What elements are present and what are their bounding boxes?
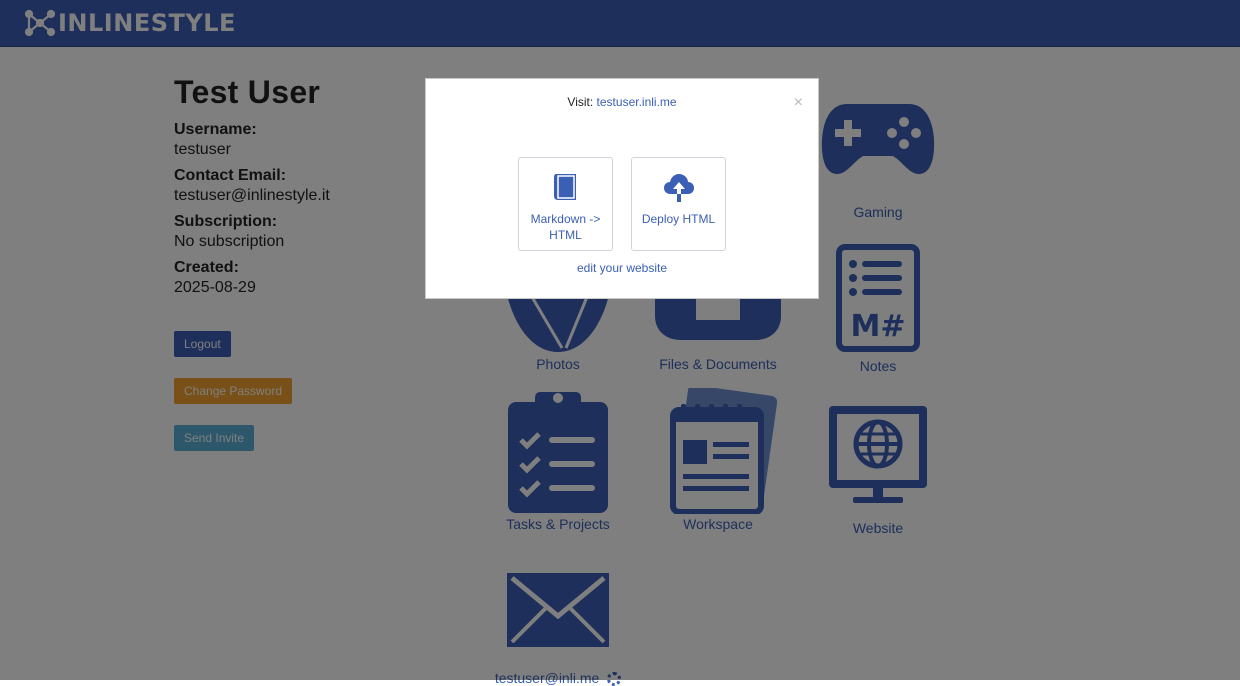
website-modal: Visit: testuser.inli.me × Markdown -> HT… <box>425 78 819 299</box>
edit-website-link[interactable]: edit your website <box>426 261 818 275</box>
cloud-upload-icon <box>632 172 725 207</box>
markdown-to-html-label: Markdown -> HTML <box>530 212 601 242</box>
visit-line: Visit: testuser.inli.me <box>426 95 818 109</box>
deploy-html-label: Deploy HTML <box>641 212 716 226</box>
book-icon <box>519 172 612 205</box>
markdown-to-html-option[interactable]: Markdown -> HTML <box>518 157 613 251</box>
visit-prefix: Visit: <box>567 95 594 109</box>
deploy-html-option[interactable]: Deploy HTML <box>631 157 726 251</box>
close-icon[interactable]: × <box>794 94 803 112</box>
visit-link[interactable]: testuser.inli.me <box>597 95 677 109</box>
